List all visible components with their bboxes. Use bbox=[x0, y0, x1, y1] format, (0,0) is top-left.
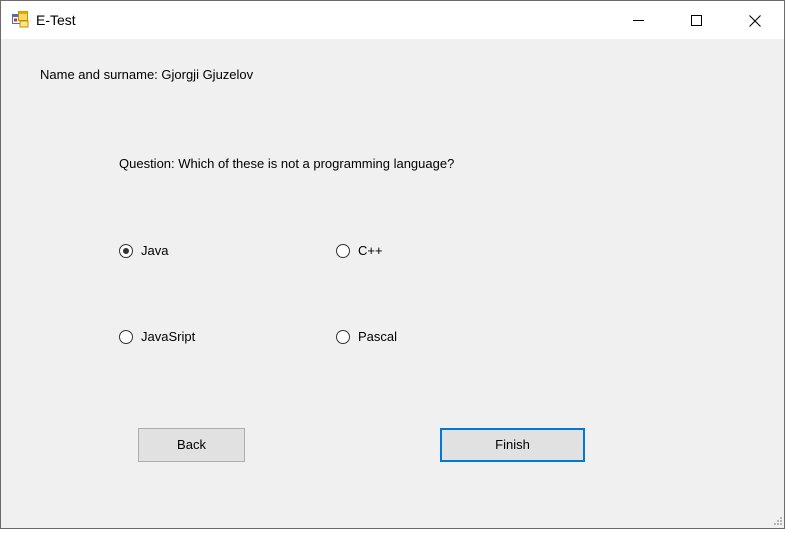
maximize-icon bbox=[691, 15, 702, 26]
radio-label-java[interactable]: Java bbox=[141, 243, 168, 259]
radio-unselected-icon[interactable] bbox=[119, 330, 133, 344]
radio-unselected-icon[interactable] bbox=[336, 330, 350, 344]
radio-label-cpp[interactable]: C++ bbox=[358, 243, 383, 259]
radio-label-pascal[interactable]: Pascal bbox=[358, 329, 397, 345]
name-label: Name and surname: Gjorgji Gjuzelov bbox=[40, 67, 254, 82]
resize-grip-icon[interactable] bbox=[771, 515, 783, 527]
question-label: Question: Which of these is not a progra… bbox=[119, 156, 455, 171]
radio-label-javascript[interactable]: JavaSript bbox=[141, 329, 195, 345]
form-client-area: Name and surname: Gjorgji Gjuzelov Quest… bbox=[1, 39, 784, 528]
back-button[interactable]: Back bbox=[138, 428, 245, 462]
close-button[interactable] bbox=[726, 1, 784, 39]
radio-unselected-icon[interactable] bbox=[336, 244, 350, 258]
radio-selected-icon[interactable] bbox=[119, 244, 133, 258]
radio-dot-icon bbox=[123, 248, 129, 254]
main-window: E-Test Name and surname: Gjorgji Gjuzelo… bbox=[0, 0, 785, 529]
title-bar[interactable]: E-Test bbox=[1, 1, 784, 39]
app-window-icon bbox=[12, 11, 29, 28]
close-icon bbox=[749, 15, 761, 27]
window-title: E-Test bbox=[36, 12, 76, 28]
maximize-button[interactable] bbox=[667, 1, 725, 39]
minimize-icon bbox=[633, 20, 644, 21]
finish-button[interactable]: Finish bbox=[440, 428, 585, 462]
minimize-button[interactable] bbox=[609, 1, 667, 39]
